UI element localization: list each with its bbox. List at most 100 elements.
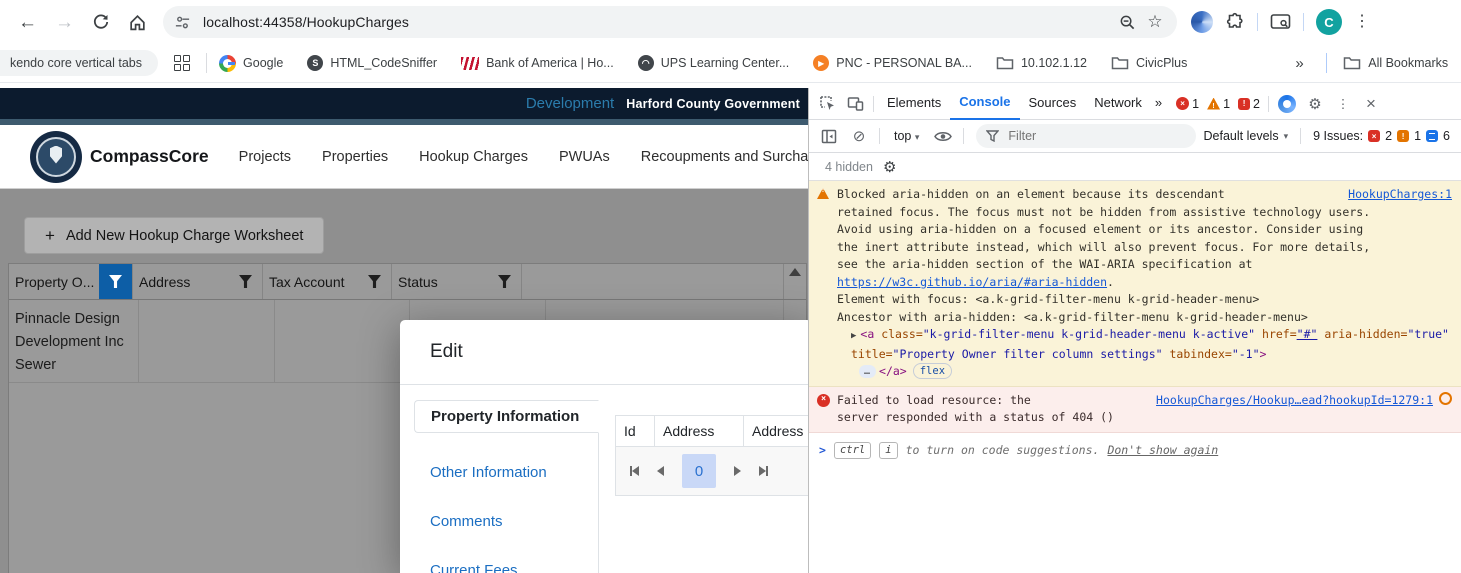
device-toolbar-icon[interactable]	[841, 91, 869, 117]
side-panel-icon[interactable]	[1270, 13, 1291, 31]
extensions-puzzle-icon[interactable]	[1225, 12, 1245, 32]
pager-next-button[interactable]	[734, 466, 741, 476]
browser-extension-icon[interactable]	[1191, 11, 1213, 33]
nav-item-recoupments[interactable]: Recoupments and Surcharges	[641, 149, 808, 165]
column-header-id[interactable]: Id	[616, 416, 655, 446]
pager-current-page[interactable]: 0	[682, 454, 716, 488]
bookmark-google[interactable]: Google	[219, 54, 283, 72]
apps-grid-icon[interactable]	[174, 55, 191, 71]
console-toolbar: ⊘ top ▾ Default levels ▾ 9 Issues: ×2 !1…	[809, 120, 1461, 153]
warning-count-badge[interactable]: ! 1	[1207, 97, 1230, 111]
log-levels-dropdown[interactable]: Default levels ▾	[1198, 129, 1295, 143]
address-bar[interactable]: localhost:44358/HookupCharges ☆	[163, 6, 1177, 38]
filter-input[interactable]	[1006, 128, 1171, 144]
pager-last-button[interactable]	[759, 466, 768, 476]
bookmark-ups[interactable]: ◠ UPS Learning Center...	[637, 55, 789, 71]
tab-current-fees[interactable]: Current Fees	[414, 555, 598, 573]
tab-other-information[interactable]: Other Information	[414, 457, 598, 488]
more-tabs-icon[interactable]: »	[1151, 88, 1166, 119]
related-issue-icon[interactable]	[1439, 391, 1452, 405]
live-expression-eye-icon[interactable]	[929, 123, 957, 149]
filter-funnel-icon[interactable]	[368, 275, 381, 288]
issues-count-badge[interactable]: ! 2	[1238, 97, 1260, 111]
add-worksheet-button[interactable]: + Add New Hookup Charge Worksheet	[24, 217, 325, 254]
warning-source-link[interactable]: HookupCharges:1	[1348, 186, 1452, 204]
devtools-settings-icon[interactable]: ⚙	[1301, 91, 1329, 117]
dont-show-again-link[interactable]: Don't show again	[1107, 442, 1218, 460]
column-header-address[interactable]: Address	[655, 416, 744, 446]
clear-console-icon[interactable]: ⊘	[845, 123, 873, 149]
tab-elements[interactable]: Elements	[878, 88, 950, 119]
bookmark-folder-ip[interactable]: 10.102.1.12	[996, 55, 1087, 71]
plus-icon: +	[45, 225, 55, 245]
scroll-up-icon[interactable]	[789, 268, 801, 276]
bookmark-folder-civicplus[interactable]: CivicPlus	[1111, 55, 1187, 71]
devtools-menu-icon[interactable]: ⋮	[1329, 91, 1357, 117]
tab-network[interactable]: Network	[1085, 88, 1151, 119]
tab-console[interactable]: Console	[950, 87, 1020, 120]
browser-menu-icon[interactable]: ⋮	[1354, 14, 1370, 30]
dom-node-preview: ▶ <a class="k-grid-filter-menu k-grid-hea…	[851, 327, 1449, 361]
href-link[interactable]: "#"	[1297, 327, 1318, 341]
issues-summary[interactable]: 9 Issues: × 2 ! 1 6	[1307, 129, 1456, 143]
environment-banner: Development Harford County Government	[0, 88, 808, 119]
column-header-status[interactable]: Status	[392, 264, 522, 299]
error-source-link[interactable]: HookupCharges/Hookup…ead?hookupId=1279:1	[1156, 392, 1433, 410]
expand-arrow-icon[interactable]: ▶	[851, 331, 856, 341]
bookmark-star-icon[interactable]: ☆	[1141, 9, 1169, 35]
context-selector[interactable]: top ▾	[886, 129, 927, 143]
pager-first-button[interactable]	[630, 466, 639, 476]
column-header-address-direction[interactable]: Address Dire	[744, 416, 808, 446]
filter-button-active[interactable]	[99, 264, 132, 299]
console-prompt[interactable]: > ctrl i to turn on code suggestions. Do…	[809, 433, 1461, 469]
ctrl-keycap: ctrl	[833, 441, 872, 459]
site-settings-icon[interactable]	[169, 9, 195, 35]
forward-icon[interactable]: →	[55, 13, 74, 32]
cell-tax-account[interactable]	[275, 300, 410, 382]
column-header-address[interactable]: Address	[133, 264, 263, 299]
bookmark-codesniffer[interactable]: S HTML_CodeSniffer	[307, 55, 437, 71]
zoom-page-icon[interactable]	[1113, 9, 1141, 35]
globe-icon: S	[307, 55, 324, 71]
devtools-close-icon[interactable]: ×	[1357, 91, 1385, 117]
back-icon[interactable]: ←	[18, 13, 37, 32]
nav-item-projects[interactable]: Projects	[239, 149, 291, 165]
pager-previous-button[interactable]	[657, 466, 664, 476]
flex-badge[interactable]: flex	[912, 363, 953, 379]
console-sidebar-icon[interactable]	[815, 123, 843, 149]
bookmarks-overflow-icon[interactable]: »	[1295, 55, 1303, 72]
cell-address[interactable]	[139, 300, 275, 382]
console-filter[interactable]	[976, 124, 1196, 148]
error-count-badge[interactable]: × 1	[1176, 97, 1199, 111]
hidden-messages-label[interactable]: 4 hidden	[825, 160, 873, 174]
grid-scrollbar[interactable]	[784, 264, 806, 299]
filter-funnel-icon[interactable]	[239, 275, 252, 288]
nav-item-hookup-charges[interactable]: Hookup Charges	[419, 149, 528, 165]
nav-item-properties[interactable]: Properties	[322, 149, 388, 165]
console-insights-icon[interactable]	[1273, 91, 1301, 117]
home-icon[interactable]	[128, 13, 147, 32]
tab-sources[interactable]: Sources	[1020, 88, 1086, 119]
bookmark-bofa[interactable]: Bank of America | Ho...	[461, 56, 614, 70]
url-text[interactable]: localhost:44358/HookupCharges	[203, 14, 1113, 30]
reload-icon[interactable]	[92, 13, 110, 31]
app-brand[interactable]: CompassCore	[90, 146, 209, 167]
expand-ellipsis-button[interactable]: …	[859, 365, 877, 378]
cell-property-owner[interactable]: Pinnacle Design Development Inc Sewer	[9, 300, 139, 382]
column-header-property-owner[interactable]: Property O...	[9, 264, 133, 299]
issues-icon: !	[1238, 97, 1251, 110]
inspect-element-icon[interactable]	[813, 91, 841, 117]
console-settings-gear-icon[interactable]: ⚙	[883, 158, 896, 176]
county-seal-logo[interactable]	[30, 130, 82, 183]
aria-spec-link[interactable]: https://w3c.github.io/aria/#aria-hidden	[837, 275, 1107, 289]
prompt-chevron-icon: >	[819, 442, 826, 457]
column-header-tax-account[interactable]: Tax Account	[263, 264, 392, 299]
filter-funnel-icon[interactable]	[498, 275, 511, 288]
tab-property-information[interactable]: Property Information	[414, 400, 599, 433]
tab-group-chip[interactable]: kendo core vertical tabs	[0, 50, 159, 76]
bookmark-all-bookmarks[interactable]: All Bookmarks	[1343, 55, 1448, 71]
tab-comments[interactable]: Comments	[414, 506, 598, 537]
bookmark-pnc[interactable]: ▶ PNC - PERSONAL BA...	[813, 55, 972, 71]
nav-item-pwuas[interactable]: PWUAs	[559, 149, 610, 165]
profile-avatar[interactable]: C	[1316, 9, 1342, 35]
